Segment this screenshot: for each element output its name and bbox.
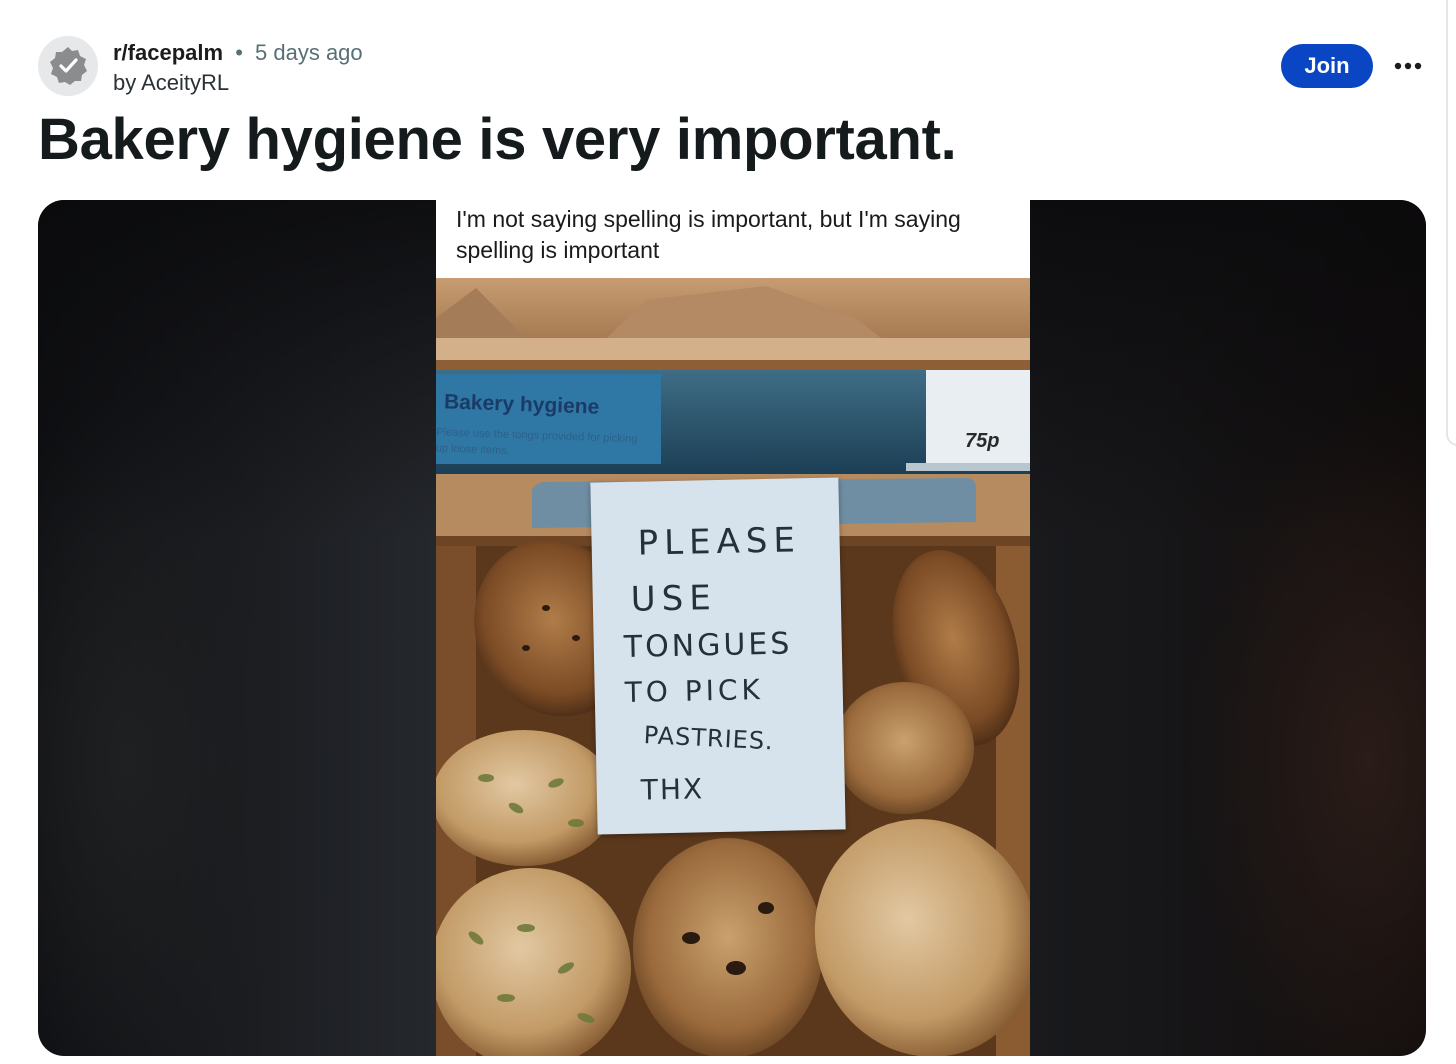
note-line: THX <box>640 772 705 807</box>
post-image: I'm not saying spelling is important, bu… <box>436 200 1030 1056</box>
more-options-button[interactable] <box>1385 46 1431 86</box>
post-page: r/facepalm • 5 days ago by AceityRL Join… <box>0 0 1456 1064</box>
note-line: PASTRIES. <box>643 721 775 756</box>
meme-caption: I'm not saying spelling is important, bu… <box>456 206 961 263</box>
note-line: TONGUES <box>623 626 793 665</box>
more-options-icon <box>1394 62 1422 70</box>
note-line: USE <box>630 578 718 620</box>
price-tag: 75p <box>965 430 1000 452</box>
handwritten-note: PLEASE USE TONGUES TO PICK PASTRIES. THX <box>590 477 846 835</box>
verified-badge-icon <box>50 47 87 85</box>
post-media[interactable]: I'm not saying spelling is important, bu… <box>38 200 1426 1056</box>
meta-first-row: r/facepalm • 5 days ago <box>113 38 363 68</box>
meta-second-row: by AceityRL <box>113 68 363 98</box>
side-panel-edge <box>1446 0 1456 446</box>
subreddit-link[interactable]: r/facepalm <box>113 40 223 65</box>
meme-caption-band: I'm not saying spelling is important, bu… <box>436 200 1030 278</box>
author-link[interactable]: by AceityRL <box>113 70 229 95</box>
post-meta: r/facepalm • 5 days ago by AceityRL <box>113 38 363 98</box>
join-button[interactable]: Join <box>1281 44 1373 88</box>
meta-separator: • <box>235 40 243 65</box>
post-title[interactable]: Bakery hygiene is very important. <box>38 104 957 176</box>
post-header: r/facepalm • 5 days ago by AceityRL Join <box>38 36 1456 100</box>
post-time: 5 days ago <box>255 40 363 65</box>
note-line: PLEASE <box>637 520 802 564</box>
subreddit-avatar[interactable] <box>38 36 98 96</box>
note-line: TO PICK <box>624 673 765 709</box>
